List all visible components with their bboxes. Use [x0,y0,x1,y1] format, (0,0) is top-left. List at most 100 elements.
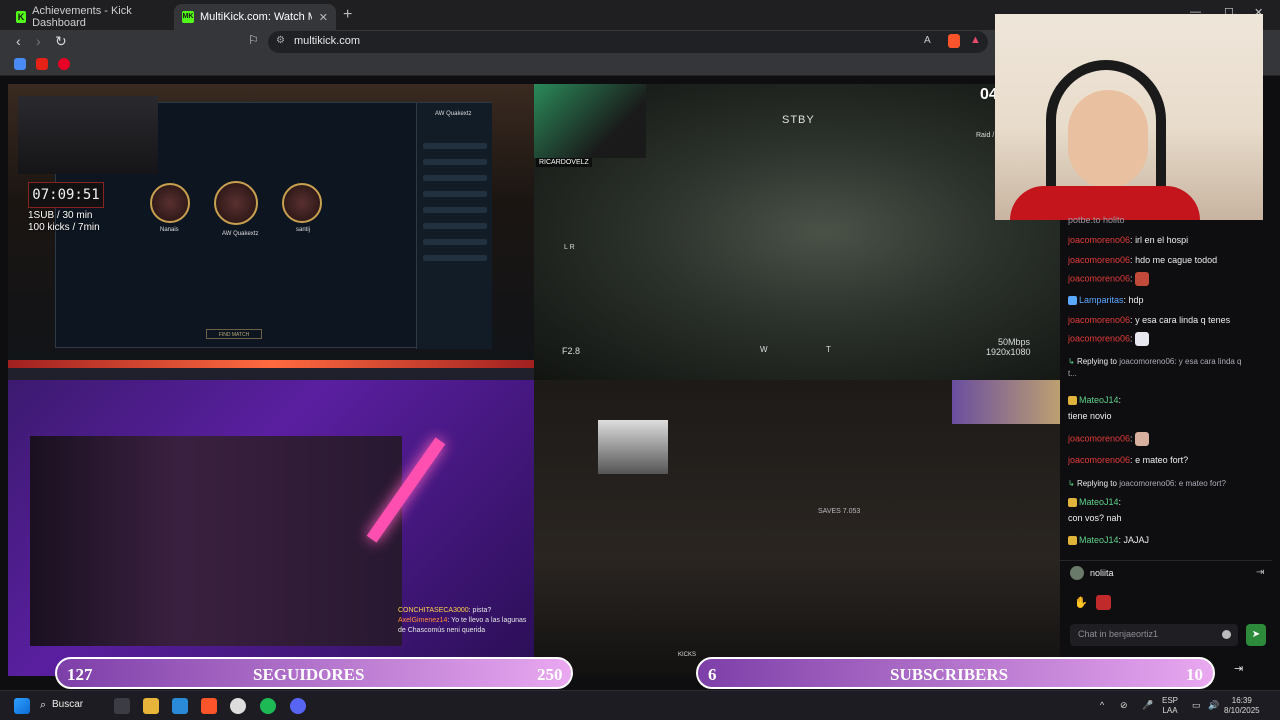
chat-text: : pista? [468,607,492,614]
volume-icon[interactable]: 🔊 [1208,700,1219,710]
windows-taskbar: ⌕ Buscar ^ ⊘ 🎤 ESP LAA ▭ 🔊 16:39 8/10/2025 [0,690,1280,720]
network-off-icon[interactable]: ⊘ [1120,700,1128,710]
kicks-goal-note: 100 kicks / 7min [28,222,100,233]
badge-icon [1068,536,1077,546]
friend-row[interactable] [423,175,487,181]
pinterest-icon[interactable] [58,58,70,70]
find-match-button[interactable]: FIND MATCH [206,329,262,339]
fstop-label: F2.8 [562,346,581,356]
chat-user-row: noliita ⇥ [1060,560,1272,584]
stream-timer: 07:09:51 [28,182,104,208]
resolution-label: 1920x1080 [986,347,1031,357]
popout-icon[interactable]: ⇥ [1256,567,1264,578]
camera-standby-label: STBY [782,114,815,126]
tray-chevron-icon[interactable]: ^ [1100,700,1104,710]
compass-t-label: T [826,345,831,354]
chat-username: CONCHITASECA3000 [398,607,469,614]
subscribers-goal-bar: 6 SUBSCRIBERS 10 [696,657,1215,689]
friend-row[interactable] [423,239,487,245]
player-name-3: santij [296,227,311,233]
mic-icon[interactable]: 🎤 [1142,700,1153,710]
chat-message: joacomoreno06: e mateo fort? [1068,455,1189,465]
youtube-icon[interactable] [36,58,48,70]
tab-multikick[interactable]: MK MultiKick.com: Watch Multiple S ✕ [174,4,336,30]
chat-partial-line: potbe.to holito [1068,215,1125,225]
current-username: noliita [1090,568,1114,578]
discord-icon[interactable] [290,698,306,714]
streamer-cam-4 [598,420,668,474]
friend-row[interactable] [423,255,487,261]
emote-icon [1135,332,1150,346]
player-name-2: AW Quakextz [222,231,259,237]
emote-icon [1135,432,1150,446]
bookmark-icon[interactable]: ⚐ [248,33,259,47]
task-view-icon[interactable] [114,698,130,714]
friend-row[interactable] [423,191,487,197]
avatar [1070,566,1084,580]
brave-icon[interactable] [201,698,217,714]
search-icon[interactable]: ⌕ [40,699,46,712]
streamer-cam-5 [952,380,1060,424]
kicks-label: KICKS [678,652,697,658]
chat-username: AxelGimenez14 [398,617,448,624]
file-explorer-icon[interactable] [143,698,159,714]
audio-lr-label: L R [564,244,575,251]
obs-icon[interactable] [230,698,246,714]
brave-rewards-icon[interactable]: ▲ [970,34,981,46]
site-info-icon[interactable]: ⚙ [276,35,285,46]
friend-row[interactable] [423,207,487,213]
emote-icon [1135,272,1150,286]
new-tab-button[interactable]: + [343,6,352,24]
display-icon[interactable]: ▭ [1192,700,1201,710]
tab-label: Achievements - Kick Dashboard [32,5,132,29]
friend-row[interactable] [423,223,487,229]
close-tab-icon[interactable]: ✕ [319,11,328,24]
chat-input[interactable]: Chat in benjaeortiz1 [1070,624,1238,646]
kick-icon: K [16,11,27,23]
spotify-icon[interactable] [260,698,276,714]
taskbar-search[interactable]: Buscar [52,699,83,710]
language-indicator[interactable]: ESP LAA [1162,696,1178,716]
champion-slot-2 [214,181,258,225]
friend-row[interactable] [423,159,487,165]
reply-indicator: ↳ Replying to joacomoreno06: e mateo for… [1068,479,1226,488]
chat-message: Lamparitas: hdp [1068,294,1268,306]
cam-handle-label: RICARDOVELZ [536,158,592,167]
followers-goal-bar: 127 SEGUIDORES 250 [55,657,573,689]
friend-row[interactable] [423,143,487,149]
collapse-chat-icon[interactable]: ⇥ [1234,662,1243,675]
gmail-icon[interactable] [14,58,26,70]
chat-message: joacomoreno06: [1068,432,1268,448]
brave-shield-icon[interactable] [948,34,960,48]
player-name-1: Nanais [160,227,179,233]
badge-icon [1068,396,1077,406]
champion-slot-3 [282,183,322,223]
sub-goal-note: 1SUB / 30 min [28,210,93,221]
send-button[interactable]: ➤ [1246,624,1266,646]
tile1-glow [8,360,534,368]
subscribers-label: SUBSCRIBERS [890,665,1009,684]
address-bar[interactable]: ⚙ multikick.com A ▲ [268,31,988,53]
subscribers-target: 10 [1186,665,1203,684]
back-icon[interactable]: ‹ [16,33,21,49]
store-icon[interactable] [172,698,188,714]
headset [1046,60,1166,190]
bitrate-label: 50Mbps [998,337,1031,347]
reload-icon[interactable]: ↻ [55,33,67,50]
emoji-icon[interactable] [1222,630,1231,639]
translate-icon[interactable]: A [924,35,931,46]
windows-start-icon[interactable] [14,698,30,714]
streamer-cam-1 [18,96,158,174]
reply-quote-cont: t... [1068,369,1077,378]
url-text: multikick.com [294,35,361,47]
league-social-panel: AW Quakextz [416,103,492,349]
chat-message: MateoJ14: [1068,394,1268,406]
streamer-cam-2 [534,84,646,158]
clock[interactable]: 16:39 8/10/2025 [1224,696,1260,716]
profile-name: AW Quakextz [435,111,472,117]
followers-label: SEGUIDORES [253,665,365,684]
hand-emote-icon[interactable]: ✋ [1074,596,1088,609]
forward-icon[interactable]: › [36,33,41,49]
emote-picker-icon[interactable] [1096,595,1111,610]
tab-achievements[interactable]: K Achievements - Kick Dashboard [8,4,172,30]
